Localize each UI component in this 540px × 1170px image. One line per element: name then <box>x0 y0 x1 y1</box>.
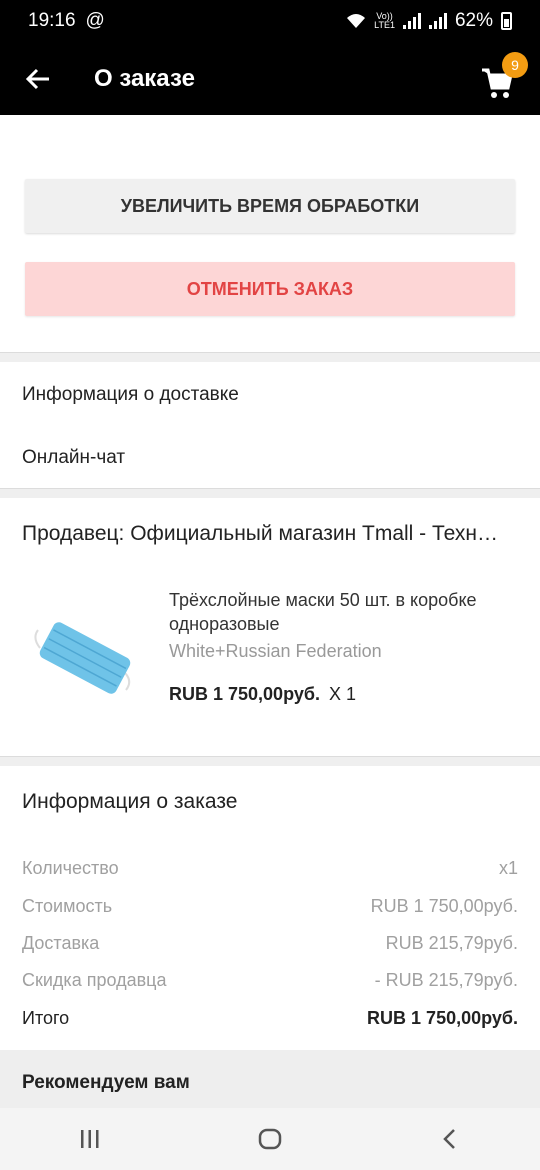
recent-apps-button[interactable] <box>60 1119 120 1159</box>
back-button[interactable] <box>0 42 76 115</box>
recent-apps-icon <box>81 1130 99 1148</box>
delivery-info-link[interactable]: Информация о доставке <box>22 384 239 406</box>
order-row-shipping: Доставка RUB 215,79руб. <box>22 933 518 953</box>
at-icon: @ <box>85 10 105 31</box>
seller-section: Продавец: Официальный магазин Tmall - Те… <box>0 498 540 756</box>
app-header: О заказе 9 <box>0 42 540 115</box>
order-info-title: Информация о заказе <box>22 790 238 813</box>
signal-icon <box>402 13 421 29</box>
seller-name[interactable]: Продавец: Официальный магазин Tmall - Те… <box>22 522 540 546</box>
product-price: RUB 1 750,00руб. <box>169 684 320 704</box>
home-icon <box>258 1128 282 1150</box>
section-divider <box>0 352 540 362</box>
system-back-button[interactable] <box>420 1119 480 1159</box>
cart-count-badge: 9 <box>502 52 528 78</box>
order-row-total: Итого RUB 1 750,00руб. <box>22 1008 518 1028</box>
order-row-cost: Стоимость RUB 1 750,00руб. <box>22 896 518 916</box>
product-image[interactable] <box>30 608 140 708</box>
order-actions: УВЕЛИЧИТЬ ВРЕМЯ ОБРАБОТКИ ОТМЕНИТЬ ЗАКАЗ <box>0 115 540 353</box>
product-quantity: X 1 <box>328 684 356 704</box>
order-info-section: Информация о заказе Количество x1 Стоимо… <box>0 766 540 1050</box>
recommend-title: Рекомендуем вам <box>22 1072 190 1093</box>
order-links: Информация о доставке Онлайн-чат <box>0 362 540 488</box>
system-nav-bar <box>0 1108 540 1170</box>
extend-processing-time-button[interactable]: УВЕЛИЧИТЬ ВРЕМЯ ОБРАБОТКИ <box>25 179 515 233</box>
recommend-section: Рекомендуем вам <box>0 1050 540 1108</box>
product-variant: White+Russian Federation <box>169 641 382 661</box>
section-divider <box>0 756 540 766</box>
cart-button[interactable]: 9 <box>480 52 528 102</box>
chevron-left-icon <box>443 1129 455 1149</box>
cancel-order-button[interactable]: ОТМЕНИТЬ ЗАКАЗ <box>25 262 515 316</box>
order-row-discount: Скидка продавца - RUB 215,79руб. <box>22 970 518 990</box>
battery-icon <box>501 12 512 30</box>
product-price-line: RUB 1 750,00руб. X 1 <box>169 684 356 705</box>
page-title: О заказе <box>94 64 195 92</box>
product-title[interactable]: Трёхслойные маски 50 шт. в коробке однор… <box>169 588 489 636</box>
signal-icon-2 <box>428 13 447 29</box>
section-divider <box>0 488 540 498</box>
battery-percent: 62% <box>454 10 493 31</box>
order-row-quantity: Количество x1 <box>22 858 518 878</box>
volte-indicator: Vo)) LTE1 <box>374 11 395 30</box>
home-button[interactable] <box>240 1119 300 1159</box>
wifi-icon <box>347 14 366 28</box>
status-bar: 19:16 @ Vo)) LTE1 62% <box>0 0 540 42</box>
clock: 19:16 <box>28 10 76 31</box>
arrow-left-icon <box>25 68 49 89</box>
online-chat-link[interactable]: Онлайн-чат <box>22 447 125 469</box>
